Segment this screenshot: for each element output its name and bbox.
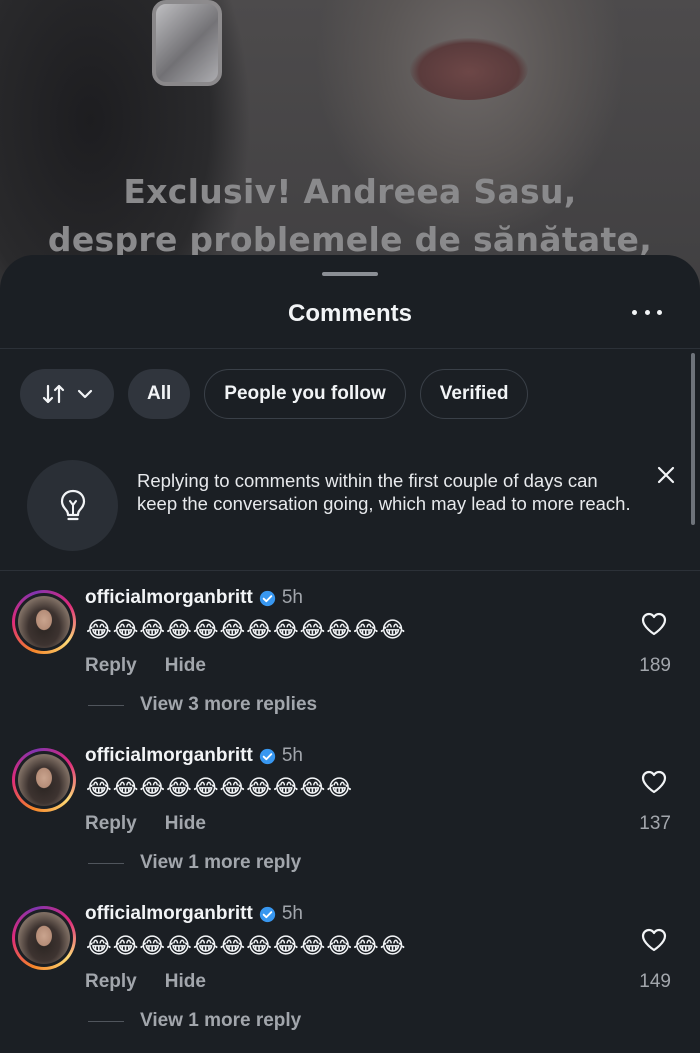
sheet-title: Comments [287,300,413,327]
comment-actions: Reply Hide [85,655,206,677]
reply-tip-banner: Replying to comments within the first co… [0,455,700,567]
comment-time: 5h [281,587,303,608]
verified-badge-icon [259,590,275,606]
heart-icon[interactable] [640,927,668,953]
avatar-photo [18,754,70,806]
reply-button[interactable]: Reply [85,655,137,677]
tip-text: Replying to comments within the first co… [137,470,631,514]
replies-line [88,1020,124,1022]
chip-all[interactable]: All [128,369,191,419]
more-options-icon[interactable] [632,299,662,325]
comment-text: 😂😂😂😂😂😂😂😂😂😂😂😂 [86,933,407,958]
comment-time: 5h [281,745,303,766]
avatar-photo [18,912,70,964]
verified-badge-icon [259,748,275,764]
avatar[interactable] [12,748,76,812]
like-count: 149 [639,971,671,992]
replies-line [88,704,124,706]
view-more-replies-label[interactable]: View 1 more reply [140,1010,301,1032]
tip-divider [0,570,700,571]
header-divider [0,348,700,349]
avatar-photo [18,596,70,648]
comment-item: officialmorganbritt 5h 😂😂😂😂😂😂😂😂😂😂😂😂 Repl… [0,587,700,737]
comment-text: 😂😂😂😂😂😂😂😂😂😂😂😂 [86,617,407,642]
sort-button[interactable] [20,369,114,419]
comments-sheet: Comments All People you follow Verified … [0,255,700,1047]
reply-button[interactable]: Reply [85,813,137,835]
close-icon[interactable] [652,461,680,489]
avatar[interactable] [12,590,76,654]
comment-header: officialmorganbritt 5h [85,903,303,925]
like-count: 137 [639,813,671,834]
hide-button[interactable]: Hide [165,813,206,835]
lips-image [410,38,528,100]
view-more-replies-label[interactable]: View 3 more replies [140,694,317,716]
headline-line-1: Exclusiv! Andreea Sasu, [123,172,577,211]
verified-badge-icon [259,906,275,922]
chip-verified[interactable]: Verified [419,369,529,419]
comment-header: officialmorganbritt 5h [85,587,303,609]
chevron-down-icon [77,389,93,399]
replies-line [88,862,124,864]
view-more-replies[interactable]: View 1 more reply [88,1010,301,1032]
comment-actions: Reply Hide [85,971,206,993]
comment-time: 5h [281,903,303,924]
comment-username[interactable]: officialmorganbritt [85,587,253,609]
hide-button[interactable]: Hide [165,655,206,677]
view-more-replies[interactable]: View 3 more replies [88,694,317,716]
sort-arrows-icon [42,384,65,404]
lightbulb-icon [27,460,118,551]
comment-item: officialmorganbritt 5h 😂😂😂😂😂😂😂😂😂😂 Reply … [0,745,700,895]
reply-button[interactable]: Reply [85,971,137,993]
earring-image [152,0,222,86]
comment-username[interactable]: officialmorganbritt [85,745,253,767]
comment-item: officialmorganbritt 5h 😂😂😂😂😂😂😂😂😂😂😂😂 Repl… [0,903,700,1053]
comment-text: 😂😂😂😂😂😂😂😂😂😂 [86,775,354,800]
view-more-replies-label[interactable]: View 1 more reply [140,852,301,874]
comment-actions: Reply Hide [85,813,206,835]
like-count: 189 [639,655,671,676]
heart-icon[interactable] [640,611,668,637]
post-headline: Exclusiv! Andreea Sasu, despre problemel… [0,150,700,264]
comment-header: officialmorganbritt 5h [85,745,303,767]
hide-button[interactable]: Hide [165,971,206,993]
comment-username[interactable]: officialmorganbritt [85,903,253,925]
view-more-replies[interactable]: View 1 more reply [88,852,301,874]
filter-chips: All People you follow Verified [20,369,529,419]
drag-handle[interactable] [322,272,378,276]
heart-icon[interactable] [640,769,668,795]
avatar[interactable] [12,906,76,970]
chip-people-you-follow[interactable]: People you follow [204,369,406,419]
